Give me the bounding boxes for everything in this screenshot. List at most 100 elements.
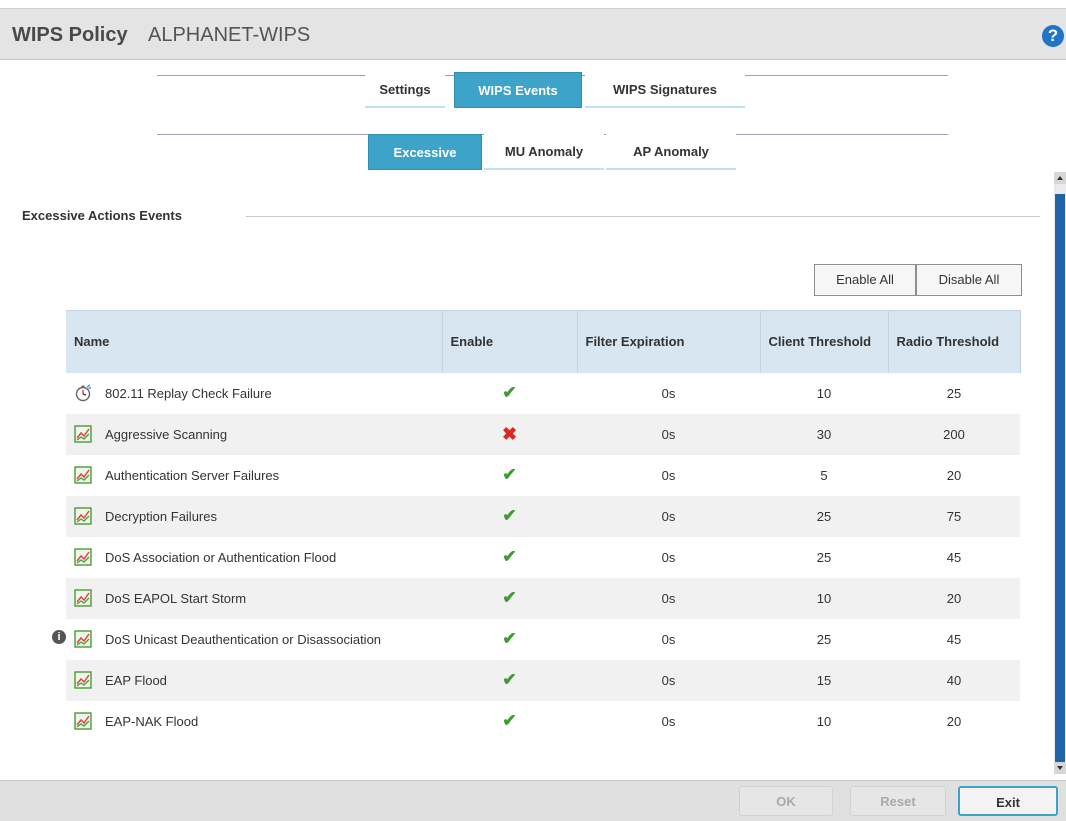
event-name: DoS Association or Authentication Flood	[105, 549, 337, 565]
radio-threshold-cell: 20	[888, 577, 1020, 619]
chart-icon	[74, 425, 92, 443]
subtab-excessive[interactable]: Excessive	[368, 134, 482, 170]
check-icon[interactable]: ✔	[502, 506, 516, 525]
ok-button[interactable]: OK	[739, 786, 833, 816]
footer-bar: OK Reset Exit	[0, 780, 1066, 821]
enable-cell[interactable]: ✔	[442, 700, 577, 742]
cross-icon[interactable]: ✖	[502, 424, 517, 444]
radio-threshold-cell: 75	[888, 495, 1020, 537]
filter-expiration-cell: 0s	[577, 577, 760, 619]
table-row[interactable]: EAP-NAK Flood ✔ 0s 10 20	[66, 700, 1020, 742]
filter-expiration-cell: 0s	[577, 495, 760, 537]
event-name: 802.11 Replay Check Failure	[105, 385, 272, 401]
events-table-body: 802.11 Replay Check Failure ✔ 0s 10 25 Aggres…	[66, 372, 1020, 742]
filter-expiration-cell: 0s	[577, 372, 760, 414]
section-title: Excessive Actions Events	[22, 208, 182, 223]
stopwatch-icon	[74, 384, 92, 402]
client-threshold-cell: 30	[760, 413, 888, 455]
vertical-scrollbar[interactable]	[1054, 172, 1066, 774]
enable-cell[interactable]: ✔	[442, 659, 577, 701]
client-threshold-cell: 25	[760, 495, 888, 537]
events-table: Name Enable Filter Expiration Client Thr…	[66, 310, 1021, 742]
enable-all-button[interactable]: Enable All	[814, 264, 916, 296]
chart-icon	[74, 671, 92, 689]
enable-cell[interactable]: ✔	[442, 454, 577, 496]
header-radio-threshold[interactable]: Radio Threshold	[888, 310, 1021, 373]
enable-cell[interactable]: ✔	[442, 536, 577, 578]
radio-threshold-cell: 20	[888, 454, 1020, 496]
header-client-threshold[interactable]: Client Threshold	[760, 310, 889, 373]
exit-button[interactable]: Exit	[958, 786, 1058, 816]
check-icon[interactable]: ✔	[502, 588, 516, 607]
check-icon[interactable]: ✔	[502, 383, 516, 402]
enable-cell[interactable]: ✔	[442, 372, 577, 414]
event-name: Aggressive Scanning	[105, 426, 228, 442]
table-row[interactable]: Authentication Server Failures ✔ 0s 5 20	[66, 454, 1020, 496]
scroll-down-arrow-icon[interactable]	[1054, 762, 1066, 774]
filter-expiration-cell: 0s	[577, 454, 760, 496]
chart-icon	[74, 712, 92, 730]
filter-expiration-cell: 0s	[577, 618, 760, 660]
filter-expiration-cell: 0s	[577, 700, 760, 742]
chart-icon	[74, 466, 92, 484]
radio-threshold-cell: 45	[888, 536, 1020, 578]
client-threshold-cell: 15	[760, 659, 888, 701]
help-icon[interactable]: ?	[1042, 25, 1064, 47]
radio-threshold-cell: 40	[888, 659, 1020, 701]
chart-icon	[74, 507, 92, 525]
chart-icon	[74, 548, 92, 566]
wips-policy-window: WIPS Policy ALPHANET-WIPS ? Settings WIP…	[0, 0, 1066, 821]
event-name: DoS Unicast Deauthentication or Disassoc…	[105, 631, 382, 647]
client-threshold-cell: 10	[760, 700, 888, 742]
check-icon[interactable]: ✔	[502, 711, 516, 730]
policy-name: ALPHANET-WIPS	[148, 24, 311, 46]
header-name[interactable]: Name	[66, 310, 443, 373]
enable-cell[interactable]: ✔	[442, 577, 577, 619]
tab-settings[interactable]: Settings	[365, 72, 445, 108]
title-bar: WIPS Policy ALPHANET-WIPS ?	[0, 8, 1066, 60]
page-title: WIPS Policy	[12, 24, 128, 46]
check-icon[interactable]: ✔	[502, 465, 516, 484]
radio-threshold-cell: 20	[888, 700, 1020, 742]
client-threshold-cell: 10	[760, 577, 888, 619]
check-icon[interactable]: ✔	[502, 547, 516, 566]
enable-cell[interactable]: ✔	[442, 618, 577, 660]
radio-threshold-cell: 200	[888, 413, 1020, 455]
enable-cell[interactable]: ✔	[442, 495, 577, 537]
filter-expiration-cell: 0s	[577, 413, 760, 455]
event-name: EAP Flood	[105, 672, 167, 688]
tab-wips-events[interactable]: WIPS Events	[454, 72, 582, 108]
reset-button[interactable]: Reset	[850, 786, 946, 816]
table-row[interactable]: Decryption Failures ✔ 0s 25 75	[66, 495, 1020, 537]
header-enable[interactable]: Enable	[442, 310, 578, 373]
event-name: EAP-NAK Flood	[105, 713, 199, 729]
event-name: Authentication Server Failures	[105, 467, 280, 483]
table-header-row: Name Enable Filter Expiration Client Thr…	[66, 310, 1021, 373]
event-name: Decryption Failures	[105, 508, 217, 524]
table-row[interactable]: Aggressive Scanning ✖ 0s 30 200	[66, 413, 1020, 455]
chart-icon	[74, 589, 92, 607]
subtab-mu-anomaly[interactable]: MU Anomaly	[484, 134, 604, 170]
table-row[interactable]: EAP Flood ✔ 0s 15 40	[66, 659, 1020, 701]
info-icon[interactable]: i	[52, 630, 66, 644]
filter-expiration-cell: 0s	[577, 659, 760, 701]
table-row[interactable]: DoS Association or Authentication Flood ✔…	[66, 536, 1020, 578]
event-name: DoS EAPOL Start Storm	[105, 590, 247, 606]
scroll-up-arrow-icon[interactable]	[1054, 172, 1066, 184]
chart-icon	[74, 630, 92, 648]
check-icon[interactable]: ✔	[502, 670, 516, 689]
header-filter-expiration[interactable]: Filter Expiration	[577, 310, 761, 373]
client-threshold-cell: 25	[760, 536, 888, 578]
tab-wips-signatures[interactable]: WIPS Signatures	[585, 72, 745, 108]
radio-threshold-cell: 45	[888, 618, 1020, 660]
table-row[interactable]: 802.11 Replay Check Failure ✔ 0s 10 25	[66, 372, 1020, 414]
scroll-thumb[interactable]	[1055, 194, 1065, 764]
subtab-ap-anomaly[interactable]: AP Anomaly	[606, 134, 736, 170]
check-icon[interactable]: ✔	[502, 629, 516, 648]
disable-all-button[interactable]: Disable All	[916, 264, 1022, 296]
client-threshold-cell: 10	[760, 372, 888, 414]
table-row[interactable]: DoS EAPOL Start Storm ✔ 0s 10 20	[66, 577, 1020, 619]
client-threshold-cell: 5	[760, 454, 888, 496]
enable-cell[interactable]: ✖	[442, 413, 577, 455]
table-row[interactable]: DoS Unicast Deauthentication or Disassoc…	[66, 618, 1020, 660]
